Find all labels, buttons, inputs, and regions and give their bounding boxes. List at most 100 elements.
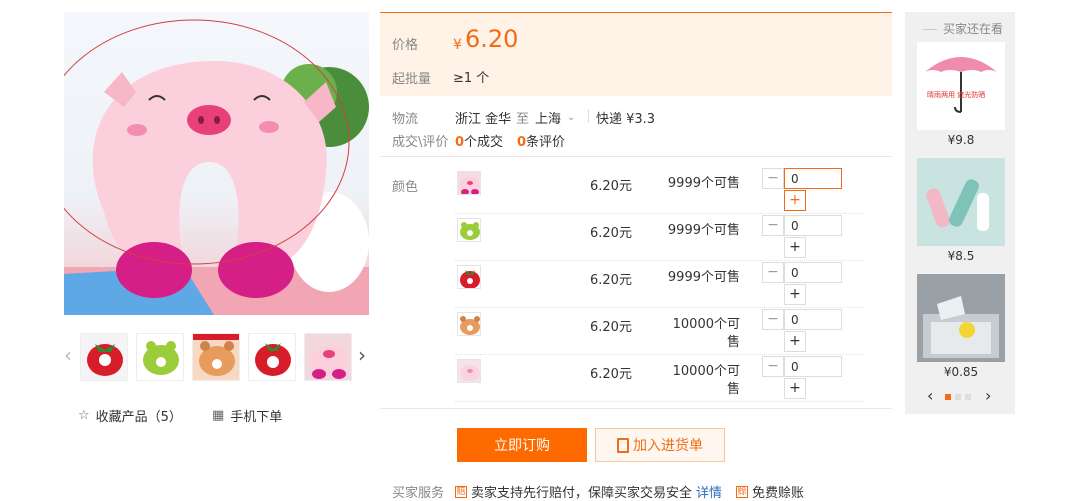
divider — [380, 156, 892, 157]
sidebar-next-arrow-icon[interactable]: › — [985, 386, 991, 405]
quantity-stepper: −+ — [762, 355, 842, 401]
add-to-cart-label: 加入进货单 — [633, 438, 703, 454]
logistics-label: 物流 — [392, 112, 419, 127]
sku-stock: 9999个可售 — [667, 270, 740, 285]
pager-dot[interactable] — [955, 394, 961, 400]
deals-row: 成交\评价 0个成交 0条评价 — [392, 131, 892, 150]
service-credit: 免费赊账 — [752, 486, 805, 501]
sku-price: 6.20元 — [590, 179, 632, 194]
quantity-input[interactable] — [784, 356, 842, 377]
mobile-order-button[interactable]: ▦ 手机下单 — [212, 406, 282, 425]
favorite-button[interactable]: ☆ 收藏产品（5） — [78, 406, 182, 425]
destination-select[interactable]: 上海 ⌄ — [535, 108, 575, 127]
plus-button[interactable]: + — [784, 237, 806, 258]
sidebar-price: ¥8.5 — [947, 249, 975, 263]
main-product-image[interactable] — [64, 12, 369, 315]
sidebar-caption-1: 晴雨两用 遮光防晒 — [927, 90, 985, 99]
thumbnail-strip: ‹ › — [62, 330, 372, 382]
qrcode-icon: ▦ — [212, 408, 225, 423]
mobile-order-label: 手机下单 — [230, 410, 283, 425]
quantity-stepper: −+ — [762, 308, 842, 354]
clipboard-icon — [617, 437, 629, 453]
gallery-actions: ☆ 收藏产品（5） ▦ 手机下单 — [78, 406, 378, 426]
thumbnail-4[interactable] — [248, 333, 296, 381]
sku-price: 6.20元 — [590, 226, 632, 241]
sku-stock: 9999个可售 — [667, 223, 740, 238]
review-count-value: 0 — [517, 135, 527, 150]
sku-row: 6.20元 9999个可售 −+ — [455, 214, 863, 261]
sku-price: 6.20元 — [590, 367, 632, 382]
deals-label: 成交\评价 — [392, 135, 449, 150]
sku-stock: 10000个可售 — [672, 317, 740, 350]
thumb-prev-arrow-icon[interactable]: ‹ — [62, 344, 74, 366]
plus-button[interactable]: + — [784, 190, 806, 211]
quantity-input[interactable] — [784, 309, 842, 330]
sku-color-label: 颜色 — [392, 180, 419, 195]
buy-now-button[interactable]: 立即订购 — [457, 428, 587, 462]
divider — [380, 408, 892, 409]
shield-icon: 赔 — [455, 485, 467, 498]
minus-button[interactable]: − — [762, 262, 784, 283]
minus-button[interactable]: − — [762, 309, 784, 330]
sku-swatch[interactable] — [457, 218, 481, 242]
also-viewed-sidebar: 买家还在看 晴雨两用 遮光防晒 ¥9.8 ¥8.5 ¥0.85 ‹ › — [905, 12, 1015, 414]
thumbnail-5[interactable] — [304, 333, 352, 381]
thumbnail-2[interactable] — [136, 333, 184, 381]
deal-count[interactable]: 0个成交 — [455, 131, 503, 150]
minus-button[interactable]: − — [762, 215, 784, 236]
thumbnail-3[interactable] — [192, 333, 240, 381]
sidebar-price: ¥0.85 — [943, 365, 979, 379]
price-value: 6.20 — [465, 25, 519, 53]
thumbnail-1[interactable] — [80, 333, 128, 381]
plus-button[interactable]: + — [784, 378, 806, 399]
sku-price: 6.20元 — [590, 273, 632, 288]
minus-button[interactable]: − — [762, 168, 784, 189]
sidebar-product-1[interactable]: 晴雨两用 遮光防晒 ¥9.8 — [917, 42, 1005, 147]
deal-count-unit: 个成交 — [464, 135, 504, 150]
pager-dot[interactable] — [965, 394, 971, 400]
sku-stock: 10000个可售 — [672, 364, 740, 397]
add-to-cart-button[interactable]: 加入进货单 — [595, 428, 725, 462]
plus-button[interactable]: + — [784, 284, 806, 305]
pager-dots — [945, 394, 971, 400]
shipping-fee: 快递 ¥3.3 — [596, 112, 656, 127]
thumb-next-arrow-icon[interactable]: › — [356, 344, 368, 366]
service-details-link[interactable]: 详情 — [696, 482, 722, 501]
star-icon: ☆ — [78, 408, 90, 423]
sku-swatch[interactable] — [457, 312, 481, 336]
sku-row: 6.20元 9999个可售 −+ — [455, 261, 863, 308]
quantity-input[interactable] — [784, 168, 842, 189]
sidebar-pager: ‹ › — [905, 386, 1015, 405]
quantity-input[interactable] — [784, 215, 842, 236]
sku-row: 6.20元 10000个可售 −+ — [455, 308, 863, 355]
sidebar-product-image — [917, 274, 1005, 362]
chevron-down-icon: ⌄ — [567, 112, 576, 123]
sidebar-product-2[interactable]: ¥8.5 — [917, 158, 1005, 263]
service-label: 买家服务 — [392, 486, 445, 501]
sku-swatch[interactable] — [457, 171, 481, 195]
pager-dot-active[interactable] — [945, 394, 951, 400]
logistics-row: 物流 浙江 金华 至 上海 ⌄ 快递 ¥3.3 — [392, 108, 892, 127]
review-count[interactable]: 0条评价 — [517, 131, 565, 150]
quantity-stepper: −+ — [762, 261, 842, 307]
quantity-stepper: −+ — [762, 167, 842, 213]
destination-value: 上海 — [535, 112, 562, 127]
quantity-input[interactable] — [784, 262, 842, 283]
minus-button[interactable]: − — [762, 356, 784, 377]
sidebar-prev-arrow-icon[interactable]: ‹ — [927, 386, 933, 405]
price-label: 价格 — [392, 38, 419, 53]
review-count-unit: 条评价 — [526, 135, 566, 150]
moq-label: 起批量 — [392, 72, 432, 87]
sku-row: 6.20元 9999个可售 −+ — [455, 167, 863, 214]
logistics-separator — [588, 109, 589, 123]
moq-value: ≥1 个 — [453, 71, 490, 86]
sidebar-product-image: 晴雨两用 遮光防晒 — [917, 42, 1005, 130]
sku-swatch[interactable] — [457, 265, 481, 289]
sku-stock: 9999个可售 — [667, 176, 740, 191]
deal-count-value: 0 — [455, 135, 465, 150]
favorite-label: 收藏产品（5） — [95, 410, 182, 425]
plus-button[interactable]: + — [784, 331, 806, 352]
sku-swatch[interactable] — [457, 359, 481, 383]
sku-row: 6.20元 10000个可售 −+ — [455, 355, 863, 402]
sidebar-product-3[interactable]: ¥0.85 — [917, 274, 1005, 379]
